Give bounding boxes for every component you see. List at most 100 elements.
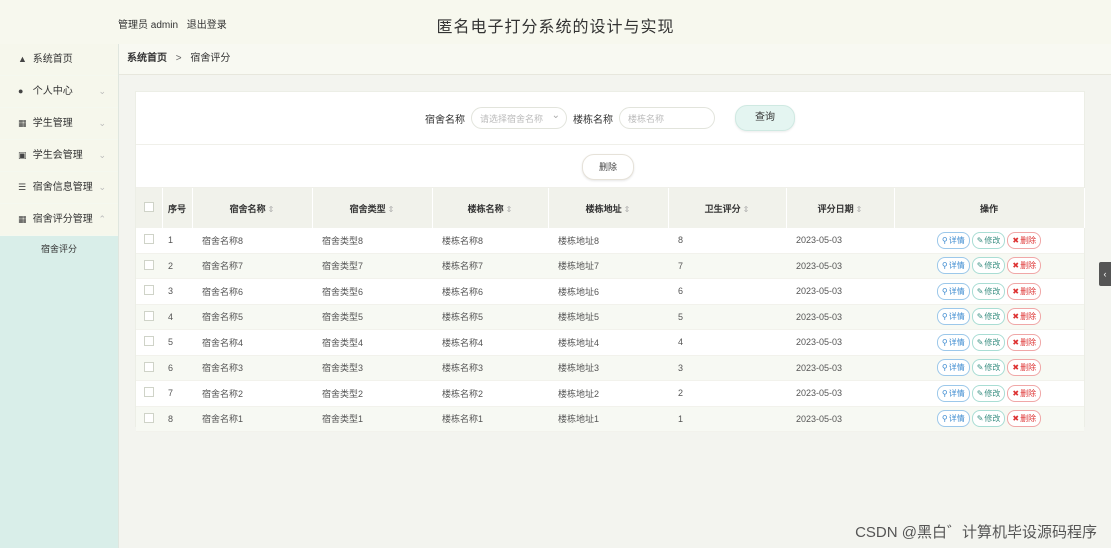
row-checkbox[interactable] [136,228,162,254]
delete-button[interactable]: ✖删除 [1007,410,1042,428]
col-header-building-addr[interactable]: 楼栋地址 ⇕ [548,188,669,228]
delete-button[interactable]: ✖删除 [1007,257,1042,275]
cell-building-addr: 楼栋地址4 [548,329,668,356]
delete-button[interactable]: ✖删除 [1007,384,1042,402]
breadcrumb: 系统首页 > 宿舍评分 [119,44,1111,75]
table-row: 6 宿舍名称3 宿舍类型3 楼栋名称3 楼栋地址3 3 2023-05-03 ⚲详情 ✎修改 ✖删… [136,355,1084,381]
edit-button[interactable]: ✎修改 [971,333,1006,351]
edit-button[interactable]: ✎修改 [971,282,1006,300]
col-header-hygiene-score[interactable]: 卫生评分 ⇕ [668,188,787,228]
cell-index: 3 [162,278,192,305]
cell-dorm-type: 宿舍类型6 [312,278,432,305]
row-checkbox[interactable] [136,380,162,407]
detail-button[interactable]: ⚲详情 [936,257,970,275]
delete-button[interactable]: ✖删除 [1007,333,1042,351]
cell-dorm-name: 宿舍名称6 [192,278,312,305]
detail-button[interactable]: ⚲详情 [936,359,970,377]
cell-building-name: 楼栋名称3 [432,355,548,381]
table-header-row: 序号 宿舍名称 ⇕ 宿舍类型 ⇕ 楼栋名称 ⇕ 楼栋地址 ⇕ 卫生评分 ⇕ 评分日期 ⇕ 操… [136,188,1085,228]
search-form: 宿舍名称 请选择宿舍名称 楼栋名称 楼栋名称 查询 [136,92,1084,145]
cell-dorm-type: 宿舍类型1 [312,406,432,432]
batch-delete-button[interactable]: 删除 [582,154,634,180]
sidebar-item-home[interactable]: ▲ 系统首页 [0,44,118,76]
sidebar: ▲ 系统首页 ● 个人中心 ⌄ ▦ 学生管理 ⌄ ▣ 学生会管理 ⌄ ☰ 宿舍信… [0,44,119,548]
delete-button[interactable]: ✖删除 [1007,231,1042,249]
edit-button[interactable]: ✎修改 [971,257,1006,275]
sort-icon[interactable]: ⇕ [268,205,275,214]
detail-button[interactable]: ⚲详情 [936,333,970,351]
list-icon: ☰ [18,182,27,192]
delete-button[interactable]: ✖删除 [1007,308,1042,326]
cell-dorm-type: 宿舍类型4 [312,329,432,356]
chevron-down-icon: ⌄ [98,182,106,192]
cell-index: 2 [162,253,192,279]
delete-button[interactable]: ✖删除 [1007,282,1042,300]
sidebar-item-dorm-info-mgmt[interactable]: ☰ 宿舍信息管理 ⌄ [0,172,118,204]
close-icon: ✖ [1012,414,1020,424]
cell-building-name: 楼栋名称8 [432,228,548,254]
sidebar-item-dorm-score-mgmt[interactable]: ▦ 宿舍评分管理 ⌃ [0,204,118,236]
cell-building-name: 楼栋名称6 [432,278,548,305]
sidebar-subitem-dorm-score[interactable]: 宿舍评分 [0,236,118,262]
col-header-dorm-name[interactable]: 宿舍名称 ⇕ [192,188,313,228]
cell-operations: ⚲详情 ✎修改 ✖删除 [894,329,1084,356]
delete-button[interactable]: ✖删除 [1007,359,1042,377]
search-icon: ⚲ [941,363,948,373]
cell-score-date: 2023-05-03 [786,253,894,279]
pencil-icon: ✎ [976,261,984,271]
edit-button[interactable]: ✎修改 [971,384,1006,402]
sort-icon[interactable]: ⇕ [388,205,395,214]
watermark: CSDN @黑白゛计算机毕设源码程序 [855,524,1097,541]
row-checkbox[interactable] [136,304,162,330]
col-header-operations: 操作 [894,188,1085,228]
detail-button[interactable]: ⚲详情 [936,384,970,402]
dorm-name-select[interactable]: 请选择宿舍名称 [471,105,567,129]
col-header-building-name[interactable]: 楼栋名称 ⇕ [432,188,549,228]
close-icon: ✖ [1012,261,1020,271]
sort-icon[interactable]: ⇕ [506,205,513,214]
row-checkbox[interactable] [136,329,162,356]
cell-hygiene-score: 5 [668,304,786,330]
detail-button[interactable]: ⚲详情 [936,410,970,428]
cell-building-name: 楼栋名称4 [432,329,548,356]
sidebar-item-label: 宿舍信息管理 [32,182,93,193]
top-header: 管理员 admin 退出登录 匿名电子打分系统的设计与实现 [0,0,1111,45]
cell-index: 1 [162,228,192,254]
row-checkbox[interactable] [136,278,162,305]
breadcrumb-home[interactable]: 系统首页 [127,53,167,64]
edit-button[interactable]: ✎修改 [971,231,1006,249]
detail-button[interactable]: ⚲详情 [936,308,970,326]
edit-button[interactable]: ✎修改 [971,359,1006,377]
sort-icon[interactable]: ⇕ [743,205,750,214]
edit-button[interactable]: ✎修改 [971,308,1006,326]
sidebar-item-label: 个人中心 [32,86,73,97]
chevron-up-icon: ⌃ [98,214,106,224]
detail-button[interactable]: ⚲详情 [936,282,970,300]
cell-hygiene-score: 8 [668,228,786,254]
cell-score-date: 2023-05-03 [786,228,894,254]
edit-button[interactable]: ✎修改 [971,410,1006,428]
cell-score-date: 2023-05-03 [786,380,894,407]
building-name-input[interactable]: 楼栋名称 [619,107,715,129]
row-checkbox[interactable] [136,253,162,279]
cell-dorm-name: 宿舍名称5 [192,304,312,330]
sort-icon[interactable]: ⇕ [856,205,863,214]
search-icon: ⚲ [941,337,948,347]
cell-building-addr: 楼栋地址2 [548,380,668,407]
sort-icon[interactable]: ⇕ [624,205,631,214]
col-header-score-date[interactable]: 评分日期 ⇕ [786,188,895,228]
cell-hygiene-score: 6 [668,278,786,305]
side-collapse-tab[interactable]: ‹ [1099,262,1111,286]
detail-button[interactable]: ⚲详情 [936,231,970,249]
cell-dorm-name: 宿舍名称7 [192,253,312,279]
row-checkbox[interactable] [136,406,162,432]
col-header-dorm-type[interactable]: 宿舍类型 ⇕ [312,188,433,228]
query-button[interactable]: 查询 [735,105,795,131]
cell-dorm-type: 宿舍类型5 [312,304,432,330]
sidebar-item-student-union-mgmt[interactable]: ▣ 学生会管理 ⌄ [0,140,118,172]
select-all-checkbox[interactable] [136,188,163,228]
cell-building-addr: 楼栋地址8 [548,228,668,254]
sidebar-item-personal-center[interactable]: ● 个人中心 ⌄ [0,76,118,108]
sidebar-item-student-mgmt[interactable]: ▦ 学生管理 ⌄ [0,108,118,140]
row-checkbox[interactable] [136,355,162,381]
